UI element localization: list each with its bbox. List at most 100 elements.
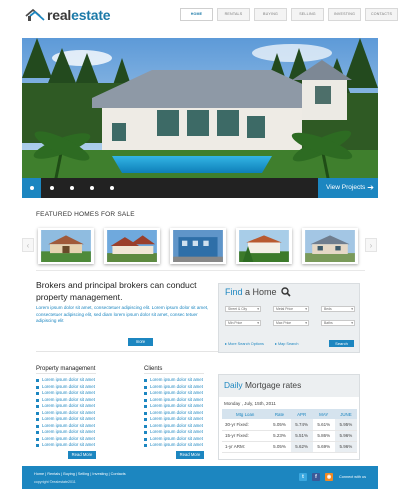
view-projects-label: View Projects: [326, 184, 366, 191]
chevron-down-icon: ▾: [257, 321, 259, 325]
max-price-select[interactable]: Max Price ▾: [273, 320, 309, 326]
mortgage-table: Mtg Loan Rate APR MAY JUNE 30-yr Fixed: …: [222, 409, 357, 453]
find-title-b: a Home: [245, 287, 277, 297]
mortgage-rates-panel: Daily Mortgage rates Monday , July, 15th…: [218, 374, 360, 460]
featured-home-4[interactable]: [236, 228, 292, 264]
table-row: 30-yr Fixed: 5.05% 5.74% 5.61% 5.95%: [222, 419, 357, 431]
divider: [36, 373, 96, 374]
cell: 5.05%: [268, 441, 291, 453]
footer-copyright: copyright ©realestate2011: [34, 480, 76, 484]
table-row: 15-yr Fixed: 5.23% 5.51% 5.86% 5.96%: [222, 430, 357, 442]
intro-heading: Brokers and principal brokers can conduc…: [36, 280, 197, 302]
cell: 5.61%: [312, 419, 335, 431]
intro-more-button[interactable]: more: [128, 338, 153, 346]
clients-read-more-button[interactable]: Read More: [176, 451, 204, 459]
min-price-select[interactable]: Min Price ▾: [225, 320, 261, 326]
cell: 5.86%: [312, 430, 335, 442]
clients-list: Lorem ipsum dolor sit amet Lorem ipsum d…: [144, 377, 203, 449]
baths-select[interactable]: Baths ▾: [321, 320, 355, 326]
cell: 5.51%: [290, 430, 313, 442]
slide-dot-3[interactable]: [70, 186, 74, 190]
view-projects-button[interactable]: View Projects ➔: [318, 178, 378, 198]
cell: 15-yr Fixed:: [222, 430, 269, 442]
featured-home-3[interactable]: [170, 228, 226, 264]
map-search-link[interactable]: ▸ Map Search: [275, 341, 298, 346]
nav-investing[interactable]: INVESTING: [328, 8, 361, 21]
carousel-next-button[interactable]: ›: [365, 238, 377, 252]
rss-icon[interactable]: ◉: [325, 473, 333, 481]
divider: [36, 270, 365, 271]
twitter-icon[interactable]: t: [299, 473, 307, 481]
nav-contacts[interactable]: CONTACTS: [365, 8, 398, 21]
search-icon: [281, 287, 291, 297]
col-header: Rate: [268, 409, 291, 419]
nav-home[interactable]: HOME: [180, 8, 213, 21]
cell: 5.96%: [334, 430, 357, 442]
street-city-select[interactable]: Street & City ▾: [225, 306, 261, 312]
table-row: 1-yr ARM: 5.05% 5.62% 5.69% 5.96%: [222, 441, 357, 453]
cell: 5.96%: [334, 441, 357, 453]
page: realestate HOME RENTALS BUYING SELLING I…: [22, 0, 398, 489]
find-home-panel: Find a Home Street & City ▾ Metal Price ▾ …: [218, 283, 360, 353]
chevron-down-icon: ▾: [351, 321, 353, 325]
featured-home-1[interactable]: [38, 228, 94, 264]
property-management-title: Property management: [36, 366, 96, 372]
footer-links[interactable]: Home | Rentals | Buying | Selling | Inve…: [34, 472, 126, 476]
cell: 30-yr Fixed:: [222, 419, 269, 431]
intro-body: Lorem ipsum dolor sit amet, consectetuer…: [36, 305, 209, 324]
footer: Home | Rentals | Buying | Selling | Inve…: [22, 466, 378, 489]
logo-text-estate: estate: [71, 7, 111, 23]
logo-text-real: real: [47, 7, 72, 23]
slide-dot-1[interactable]: [30, 186, 34, 190]
cell: 5.05%: [268, 419, 291, 431]
property-list: Lorem ipsum dolor sit amet Lorem ipsum d…: [36, 377, 95, 449]
find-title-a: Find: [225, 287, 243, 297]
col-header: JUNE: [334, 409, 357, 419]
cell: 5.23%: [268, 430, 291, 442]
nav-rentals[interactable]: RENTALS: [217, 8, 250, 21]
metal-price-select[interactable]: Metal Price ▾: [273, 306, 309, 312]
col-header: APR: [290, 409, 313, 419]
property-read-more-button[interactable]: Read More: [68, 451, 96, 459]
slide-dot-4[interactable]: [90, 186, 94, 190]
carousel-prev-button[interactable]: ‹: [22, 238, 34, 252]
main-nav: HOME RENTALS BUYING SELLING INVESTING CO…: [180, 8, 398, 21]
arrow-right-icon: ➔: [367, 183, 374, 192]
featured-home-2[interactable]: [104, 228, 160, 264]
divider: [144, 373, 204, 374]
chevron-left-icon: ‹: [26, 241, 30, 250]
hero-house-image: [22, 38, 378, 198]
cell: 5.95%: [334, 419, 357, 431]
search-button[interactable]: Search: [329, 340, 354, 347]
chevron-right-icon: ›: [369, 241, 373, 250]
slide-dot-2[interactable]: [50, 186, 54, 190]
slide-dot-5[interactable]: [110, 186, 114, 190]
chevron-down-icon: ▾: [305, 307, 307, 311]
list-item[interactable]: Lorem ipsum dolor sit amet: [36, 442, 95, 449]
nav-buying[interactable]: BUYING: [254, 8, 287, 21]
col-header: MAY: [312, 409, 335, 419]
mortgage-title: Daily Mortgage rates: [224, 380, 302, 390]
hero-banner: [22, 38, 378, 198]
cell: 1-yr ARM:: [222, 441, 269, 453]
logo[interactable]: realestate: [25, 6, 111, 24]
beds-select[interactable]: Beds ▾: [321, 306, 355, 312]
slider-bar: View Projects ➔: [22, 178, 378, 198]
mortgage-header: Daily Mortgage rates: [219, 375, 359, 397]
table-header-row: Mtg Loan Rate APR MAY JUNE: [222, 409, 357, 419]
more-search-options-link[interactable]: ▸ More Search Options: [225, 341, 264, 346]
connect-with-us: Connect with us: [339, 475, 367, 479]
cell: 5.69%: [312, 441, 335, 453]
house-logo-icon: [25, 8, 45, 21]
divider: [36, 351, 222, 352]
chevron-down-icon: ▾: [305, 321, 307, 325]
col-header: Mtg Loan: [222, 409, 269, 419]
clients-title: Clients: [144, 366, 163, 372]
facebook-icon[interactable]: f: [312, 473, 320, 481]
nav-selling[interactable]: SELLING: [291, 8, 324, 21]
featured-home-5[interactable]: [302, 228, 358, 264]
list-item[interactable]: Lorem ipsum dolor sit amet: [144, 442, 203, 449]
chevron-down-icon: ▾: [257, 307, 259, 311]
mortgage-date: Monday , July, 15th, 2011: [224, 401, 276, 406]
logo-text: realestate: [47, 7, 111, 23]
